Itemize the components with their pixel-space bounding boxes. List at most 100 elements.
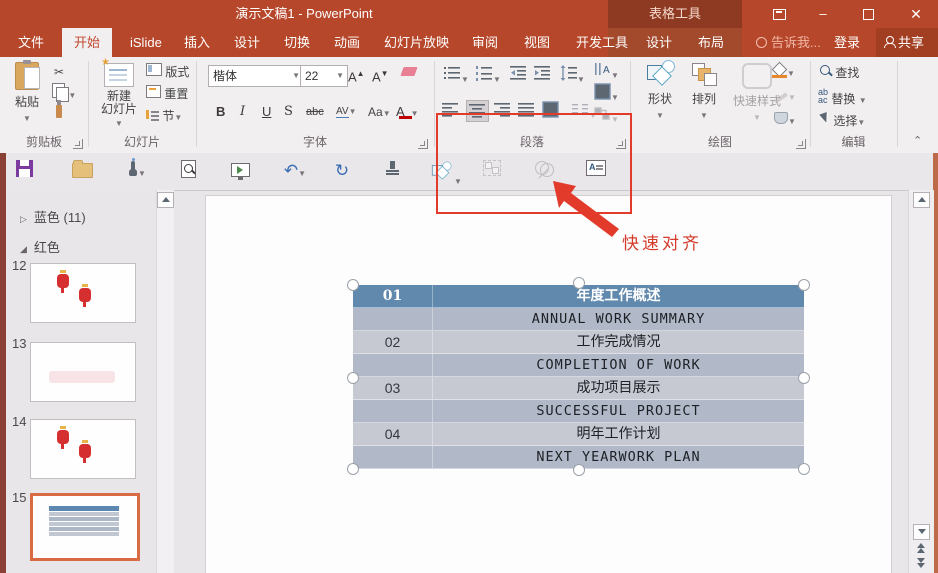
table-row[interactable]: 02 工作完成情况 [353,331,804,354]
main-scrollbar[interactable] [908,190,934,573]
shadow-button[interactable]: S [284,103,293,121]
table-cell-text[interactable]: 明年工作计划 [433,423,804,445]
section-button[interactable]: 节▼ [146,107,182,125]
align-text-button[interactable]: ▼ [594,83,619,102]
open-button[interactable] [70,160,94,184]
slide-thumbnail-13[interactable] [30,342,136,402]
collapse-ribbon-button[interactable]: ⌃ [913,134,922,147]
text-box-button[interactable]: A [584,160,608,184]
font-family-combo[interactable]: 楷体 ▼ [208,65,304,87]
table-cell-text[interactable]: 年度工作概述 [433,285,804,307]
underline-button[interactable]: U [262,103,271,121]
table-cell-num[interactable] [353,446,433,468]
find-button[interactable]: 查找 [820,64,859,82]
quick-align-button[interactable] [532,160,556,184]
align-left-button[interactable] [442,101,459,119]
tab-animations[interactable]: 动画 [322,28,372,57]
slide-table[interactable]: 01 年度工作概述 ANNUAL WORK SUMMARY 02 工作完成情况 … [347,277,810,476]
font-color-button[interactable]: A ▼ [396,103,419,121]
selection-handle[interactable] [798,279,810,291]
tab-design[interactable]: 设计 [222,28,272,57]
share-button[interactable]: 共享 [872,28,936,57]
selection-handle[interactable] [347,372,359,384]
table-cell-num[interactable] [353,400,433,422]
table-cell-text[interactable]: 工作完成情况 [433,331,804,353]
font-dialog-launcher[interactable] [418,139,428,149]
next-slide-button[interactable] [913,558,928,572]
selection-handle[interactable] [347,279,359,291]
selection-handle[interactable] [573,277,585,289]
table-cell-num[interactable] [353,354,433,376]
align-right-button[interactable] [494,101,511,119]
shapes-quick-button[interactable]: ▼ [428,160,462,186]
table-cell-text[interactable]: NEXT YEARWORK PLAN [433,446,804,468]
select-button[interactable]: 选择▼ [818,111,865,130]
scroll-up-button[interactable] [157,192,174,208]
shape-fill-button[interactable]: ▼ [772,63,795,81]
numbering-button[interactable]: ▼ [476,65,501,84]
table-cell-num[interactable]: 04 [353,423,433,445]
tab-insert[interactable]: 插入 [172,28,222,57]
print-preview-button[interactable] [176,160,200,184]
selection-handle[interactable] [798,372,810,384]
shrink-font-button[interactable]: A▼ [372,65,389,84]
table-cell-text[interactable]: SUCCESSFUL PROJECT [433,400,804,422]
redo-button[interactable]: ↻ [330,160,354,184]
section-blue[interactable]: ▷ 蓝色 (11) [20,207,86,226]
undo-button[interactable]: ↶▼ [278,160,312,184]
text-direction-button[interactable]: A ▼ [594,61,619,80]
table-row[interactable]: ANNUAL WORK SUMMARY [353,308,804,331]
table-row[interactable]: 04 明年工作计划 [353,423,804,446]
tell-me-box[interactable]: 告诉我... [744,28,833,57]
shape-outline-button[interactable]: ▼ [774,87,796,105]
bullets-button[interactable]: ▼ [444,65,469,84]
format-painter-button[interactable] [56,100,62,123]
font-size-combo[interactable]: 22 ▼ [300,65,348,87]
tab-table-layout[interactable]: 布局 [686,28,736,57]
main-scroll-down-button[interactable] [913,524,930,540]
tab-home[interactable]: 开始 [62,28,113,57]
start-slideshow-button[interactable] [228,160,252,184]
save-button[interactable] [12,160,36,184]
replace-button[interactable]: ab ac 替换 ▼ [818,88,867,107]
clear-formatting-button[interactable] [400,65,418,83]
copy-button[interactable]: ▼ [52,83,76,102]
selection-handle[interactable] [573,464,585,476]
arrange-button[interactable]: 排列 ▼ [684,63,724,121]
change-case-button[interactable]: Aa▼ [368,103,391,121]
shapes-button[interactable]: 形状 ▼ [640,60,680,121]
tab-review[interactable]: 审阅 [460,28,510,57]
table-cell-num[interactable]: 01 [353,285,433,307]
slides-panel-scrollbar[interactable] [156,190,174,573]
tab-developer[interactable]: 开发工具 [564,28,640,57]
clipboard-dialog-launcher[interactable] [73,139,83,149]
table-cell-num[interactable] [353,308,433,330]
bold-button[interactable]: B [216,103,225,121]
main-scroll-up-button[interactable] [913,192,930,208]
convert-to-smartart-button[interactable]: ▼ [594,105,619,124]
table-cell-text[interactable]: 成功项目展示 [433,377,804,399]
slide-thumbnail-14[interactable] [30,419,136,479]
maximize-button[interactable] [851,0,885,28]
character-spacing-button[interactable]: AV▼ [336,103,357,121]
group-objects-button[interactable] [480,160,504,184]
line-spacing-button[interactable]: ▼ [560,65,585,84]
align-distribute-button[interactable] [380,160,404,184]
table-cell-num[interactable]: 02 [353,331,433,353]
new-slide-button[interactable]: 新建 幻灯片 ▼ [96,57,142,130]
section-red[interactable]: ◢ 红色 [20,237,60,256]
justify-button[interactable] [518,101,535,119]
selection-handle[interactable] [798,463,810,475]
table-cell-text[interactable]: COMPLETION OF WORK [433,354,804,376]
paste-button[interactable]: 粘贴 ▼ [8,60,46,124]
slide-canvas[interactable]: 01 年度工作概述 ANNUAL WORK SUMMARY 02 工作完成情况 … [205,195,892,573]
reset-button[interactable]: 重置 [146,85,188,103]
strikethrough-button[interactable]: abc [306,103,324,121]
close-button[interactable]: ✕ [899,0,933,28]
distribute-text-button[interactable] [542,101,559,119]
tab-slideshow[interactable]: 幻灯片放映 [372,28,461,57]
selection-handle[interactable] [347,463,359,475]
slide-thumbnail-12[interactable] [30,263,136,323]
tab-transitions[interactable]: 切换 [272,28,322,57]
tab-file[interactable]: 文件 [6,28,56,57]
